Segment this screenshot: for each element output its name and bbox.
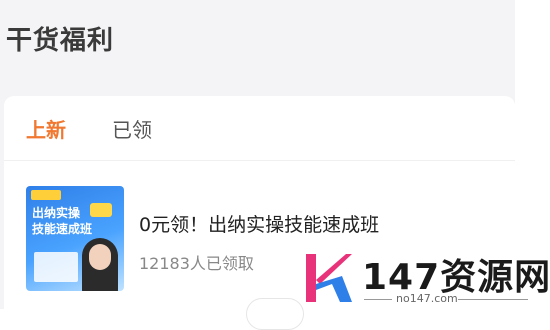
watermark-rule-right	[458, 299, 528, 300]
brand-logo-icon	[31, 190, 61, 200]
watermark-logo-icon	[306, 254, 352, 302]
site-watermark: 147资源网 no147.com	[300, 246, 550, 309]
tab-divider	[4, 160, 515, 161]
watermark-url: no147.com	[396, 292, 458, 305]
course-claimed-count: 12183人已领取	[139, 254, 254, 273]
thumbnail-screen-graphic	[34, 252, 78, 282]
floating-button-edge	[246, 298, 304, 330]
thumbnail-headline-1: 出纳实操	[32, 206, 81, 220]
tab-latest[interactable]: 上新	[26, 114, 66, 143]
watermark-rule-left	[364, 299, 392, 300]
page-title: 干货福利	[6, 26, 115, 56]
course-thumbnail: 出纳实操 技能速成班	[26, 186, 124, 291]
tab-claimed[interactable]: 已领	[112, 114, 152, 143]
thumbnail-presenter-face	[89, 244, 111, 270]
thumbnail-badge	[90, 203, 112, 217]
course-title: 0元领！出纳实操技能速成班	[139, 214, 380, 236]
thumbnail-headline-2: 技能速成班	[32, 222, 93, 236]
